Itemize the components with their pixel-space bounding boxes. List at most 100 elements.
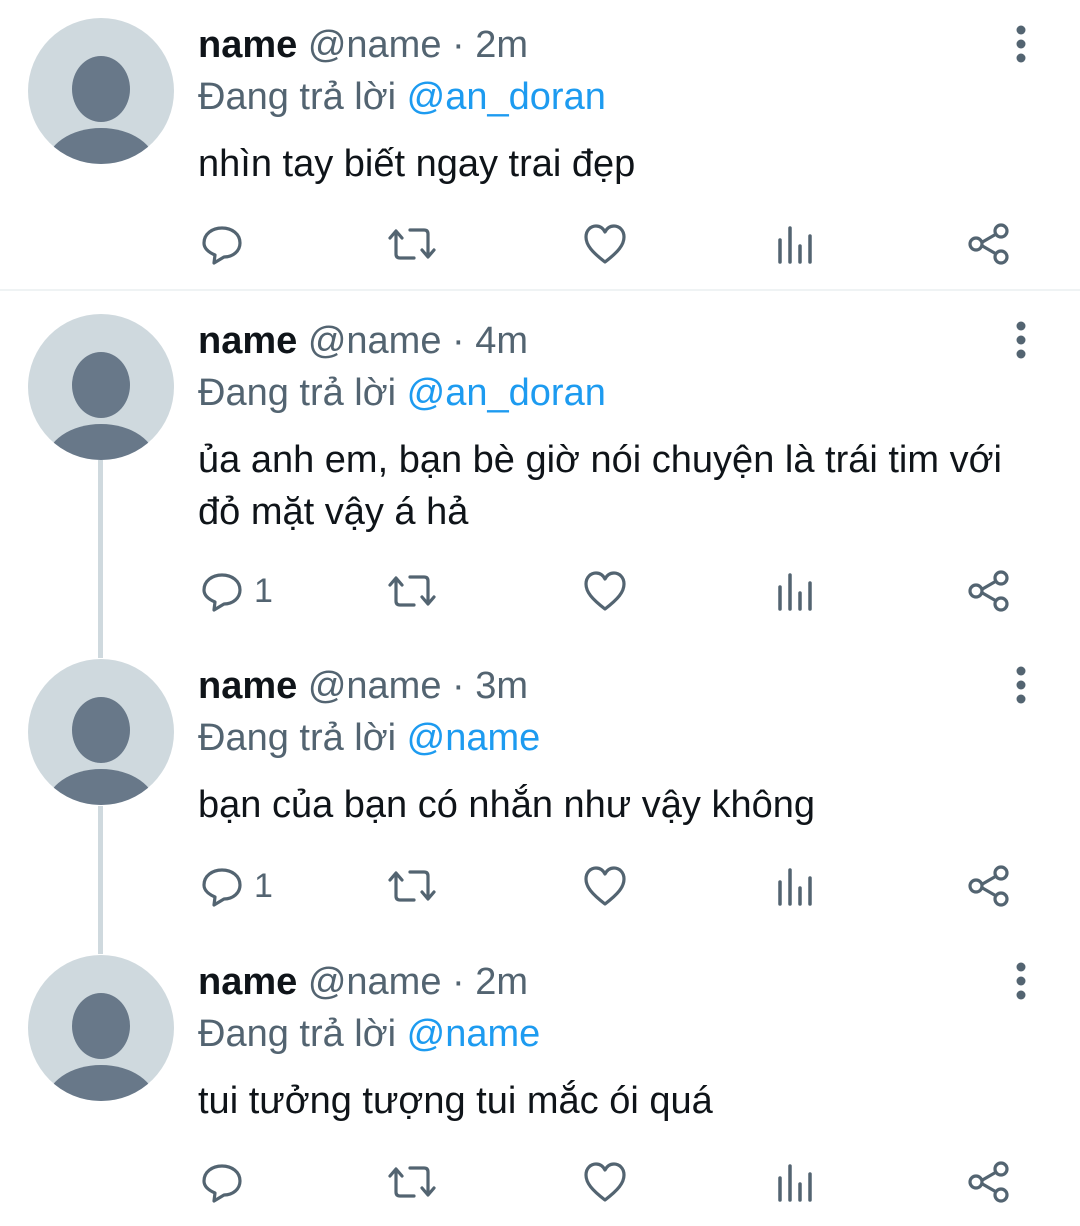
mention-link[interactable]: @name xyxy=(407,1013,541,1055)
tweet-header: name @name · 2m xyxy=(198,959,528,1005)
tweet-header: name @name · 3m xyxy=(198,663,528,709)
views-button[interactable] xyxy=(776,856,816,916)
replying-to: Đang trả lời @an_doran xyxy=(198,74,606,120)
share-icon xyxy=(968,1161,1009,1203)
avatar[interactable] xyxy=(28,659,174,805)
views-icon xyxy=(778,573,812,611)
retweet-button[interactable] xyxy=(386,561,438,621)
reply-button[interactable]: 1 xyxy=(200,561,273,621)
views-icon xyxy=(778,868,812,906)
tweet-divider xyxy=(0,289,1080,291)
default-avatar-icon xyxy=(46,993,156,1101)
share-button[interactable] xyxy=(966,1152,1012,1212)
tweet-header: name @name · 2m xyxy=(198,22,528,68)
retweet-button[interactable] xyxy=(386,1152,438,1212)
more-options-button[interactable] xyxy=(1006,957,1036,1005)
separator: · xyxy=(452,320,465,362)
more-vertical-icon xyxy=(1016,666,1026,704)
tweet-text: tui tưởng tượng tui mắc ói quá xyxy=(198,1080,713,1122)
timestamp[interactable]: 3m xyxy=(475,665,528,707)
heart-icon xyxy=(584,571,626,611)
handle[interactable]: @name xyxy=(308,665,442,707)
mention-link[interactable]: @an_doran xyxy=(407,76,606,118)
tweet-text: ủa anh em, bạn bè giờ nói chuyện là trái… xyxy=(198,439,1002,533)
retweet-icon xyxy=(388,870,436,902)
display-name[interactable]: name xyxy=(198,320,297,362)
timestamp[interactable]: 2m xyxy=(475,24,528,66)
display-name[interactable]: name xyxy=(198,665,297,707)
reply-button[interactable] xyxy=(200,214,254,274)
default-avatar-icon xyxy=(46,352,156,460)
handle[interactable]: @name xyxy=(308,320,442,362)
mention-link[interactable]: @an_doran xyxy=(407,372,606,414)
reply-button[interactable]: 1 xyxy=(200,856,273,916)
display-name[interactable]: name xyxy=(198,24,297,66)
like-button[interactable] xyxy=(582,1152,628,1212)
retweet-icon xyxy=(388,228,436,260)
action-bar xyxy=(0,214,1080,274)
reply-icon xyxy=(202,573,242,612)
retweet-icon xyxy=(388,575,436,607)
more-vertical-icon xyxy=(1016,321,1026,359)
reply-icon xyxy=(202,1164,242,1203)
replying-to-label: Đang trả lời xyxy=(198,76,397,118)
tweet-3[interactable]: name @name · 3m Đang trả lời @name bạn c… xyxy=(0,641,1080,941)
mention-link[interactable]: @name xyxy=(407,717,541,759)
avatar[interactable] xyxy=(28,314,174,460)
heart-icon xyxy=(584,224,626,264)
replying-to-label: Đang trả lời xyxy=(198,1013,397,1055)
timestamp[interactable]: 2m xyxy=(475,961,528,1003)
share-icon xyxy=(968,865,1009,907)
views-icon xyxy=(778,1164,812,1202)
display-name[interactable]: name xyxy=(198,961,297,1003)
reply-count: 1 xyxy=(254,571,273,610)
avatar[interactable] xyxy=(28,955,174,1101)
avatar[interactable] xyxy=(28,18,174,164)
replying-to: Đang trả lời @name xyxy=(198,1011,540,1057)
action-bar: 1 xyxy=(0,561,1080,621)
views-button[interactable] xyxy=(776,1152,816,1212)
reply-icon xyxy=(202,226,242,265)
action-bar: 1 xyxy=(0,856,1080,916)
tweet-2[interactable]: name @name · 4m Đang trả lời @an_doran ủ… xyxy=(0,296,1080,636)
replying-to: Đang trả lời @name xyxy=(198,715,540,761)
like-button[interactable] xyxy=(582,561,628,621)
heart-icon xyxy=(584,1162,626,1202)
share-button[interactable] xyxy=(966,214,1012,274)
separator: · xyxy=(452,961,465,1003)
reply-button[interactable] xyxy=(200,1152,254,1212)
heart-icon xyxy=(584,866,626,906)
more-options-button[interactable] xyxy=(1006,661,1036,709)
timestamp[interactable]: 4m xyxy=(475,320,528,362)
tweet-text: bạn của bạn có nhắn như vậy không xyxy=(198,784,816,826)
views-icon xyxy=(778,226,812,264)
default-avatar-icon xyxy=(46,697,156,805)
tweet-header: name @name · 4m xyxy=(198,318,528,364)
replying-to-label: Đang trả lời xyxy=(198,717,397,759)
share-button[interactable] xyxy=(966,856,1012,916)
separator: · xyxy=(452,665,465,707)
more-options-button[interactable] xyxy=(1006,20,1036,68)
retweet-button[interactable] xyxy=(386,856,438,916)
tweet-4[interactable]: name @name · 2m Đang trả lời @name tui t… xyxy=(0,937,1080,1226)
like-button[interactable] xyxy=(582,856,628,916)
replying-to-label: Đang trả lời xyxy=(198,372,397,414)
tweet-text: nhìn tay biết ngay trai đẹp xyxy=(198,143,636,185)
tweet-1[interactable]: name @name · 2m Đang trả lời @an_doran n… xyxy=(0,0,1080,290)
views-button[interactable] xyxy=(776,561,816,621)
replying-to: Đang trả lời @an_doran xyxy=(198,370,606,416)
like-button[interactable] xyxy=(582,214,628,274)
retweet-button[interactable] xyxy=(386,214,438,274)
share-button[interactable] xyxy=(966,561,1012,621)
default-avatar-icon xyxy=(46,56,156,164)
action-bar xyxy=(0,1152,1080,1212)
retweet-icon xyxy=(388,1166,436,1198)
views-button[interactable] xyxy=(776,214,816,274)
more-vertical-icon xyxy=(1016,25,1026,63)
reply-count: 1 xyxy=(254,866,273,905)
handle[interactable]: @name xyxy=(308,24,442,66)
share-icon xyxy=(968,223,1009,265)
share-icon xyxy=(968,570,1009,612)
handle[interactable]: @name xyxy=(308,961,442,1003)
more-options-button[interactable] xyxy=(1006,316,1036,364)
